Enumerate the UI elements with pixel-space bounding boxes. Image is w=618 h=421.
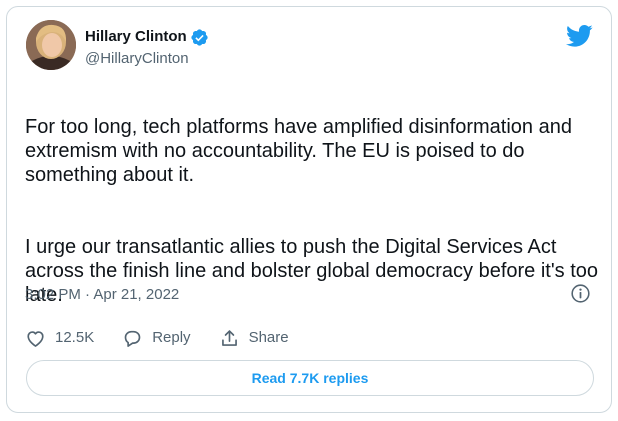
info-icon[interactable]	[570, 283, 591, 304]
avatar-photo	[26, 20, 76, 70]
tweet-card: Hillary Clinton @HillaryClinton For too …	[6, 6, 612, 413]
speech-bubble-icon	[122, 328, 143, 349]
twitter-bird-icon[interactable]	[565, 22, 593, 49]
reply-button[interactable]: Reply	[122, 328, 191, 349]
verified-badge-icon	[190, 28, 209, 47]
author-handle[interactable]: @HillaryClinton	[85, 49, 189, 69]
like-button[interactable]: 12.5K	[25, 328, 94, 349]
author-name-row: Hillary Clinton	[85, 27, 209, 47]
read-replies-button[interactable]: Read 7.7K replies	[26, 360, 594, 396]
like-count: 12.5K	[55, 329, 95, 346]
heart-icon	[25, 328, 46, 349]
avatar[interactable]	[26, 20, 76, 70]
share-upload-icon	[219, 328, 240, 349]
tweet-paragraph: For too long, tech platforms have amplif…	[25, 116, 572, 186]
share-label: Share	[248, 329, 289, 346]
reply-label: Reply	[152, 329, 191, 346]
author-display-name[interactable]: Hillary Clinton	[85, 27, 187, 47]
tweet-timestamp[interactable]: 3:02 PM · Apr 21, 2022	[25, 285, 179, 305]
share-button[interactable]: Share	[219, 328, 289, 349]
tweet-actions: 12.5K Reply Share	[25, 327, 317, 349]
